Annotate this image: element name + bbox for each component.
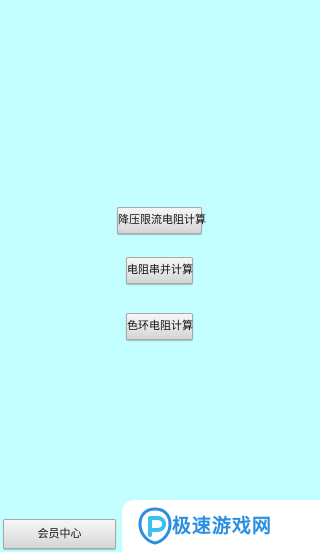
watermark-logo-icon [138,507,172,545]
member-center-button[interactable]: 会员中心 [3,519,116,549]
watermark-text: 极速游戏网 [172,515,273,537]
color-band-resistor-calc-button[interactable]: 色环电阻计算 [126,313,193,340]
main-screen: 降压限流电阻计算 电阻串并计算 色环电阻计算 会员中心 极速游戏网 [0,0,320,552]
series-parallel-resistor-calc-button[interactable]: 电阻串并计算 [126,257,193,284]
voltage-limiting-resistor-calc-button[interactable]: 降压限流电阻计算 [117,207,206,234]
watermark: 极速游戏网 [122,500,320,552]
